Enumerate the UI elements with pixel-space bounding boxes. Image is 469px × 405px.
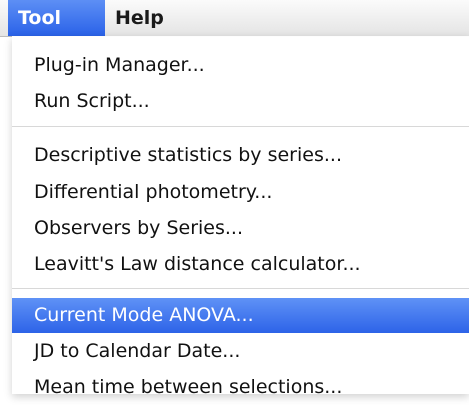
menu-item-differential-photometry[interactable]: Differential photometry... <box>12 175 469 210</box>
menu-item-run-script[interactable]: Run Script... <box>12 84 469 119</box>
help-menu[interactable]: Help <box>105 0 174 36</box>
menu-item-current-mode-anova[interactable]: Current Mode ANOVA... <box>12 298 469 333</box>
menu-separator <box>12 126 469 127</box>
menu-item-mean-time-between-selections[interactable]: Mean time between selections... <box>12 370 469 405</box>
menu-separator <box>12 288 469 289</box>
menu-item-leavitt-law-calculator[interactable]: Leavitt's Law distance calculator... <box>12 247 469 282</box>
tool-dropdown-menu: Plug-in Manager... Run Script... Descrip… <box>12 36 469 398</box>
menu-bar: Tool Help <box>0 0 469 37</box>
menu-item-descriptive-statistics[interactable]: Descriptive statistics by series... <box>12 138 469 173</box>
menu-item-jd-to-calendar-date[interactable]: JD to Calendar Date... <box>12 334 469 369</box>
tool-menu[interactable]: Tool <box>8 0 105 36</box>
menu-item-observers-by-series[interactable]: Observers by Series... <box>12 211 469 246</box>
menu-item-plugin-manager[interactable]: Plug-in Manager... <box>12 48 469 83</box>
